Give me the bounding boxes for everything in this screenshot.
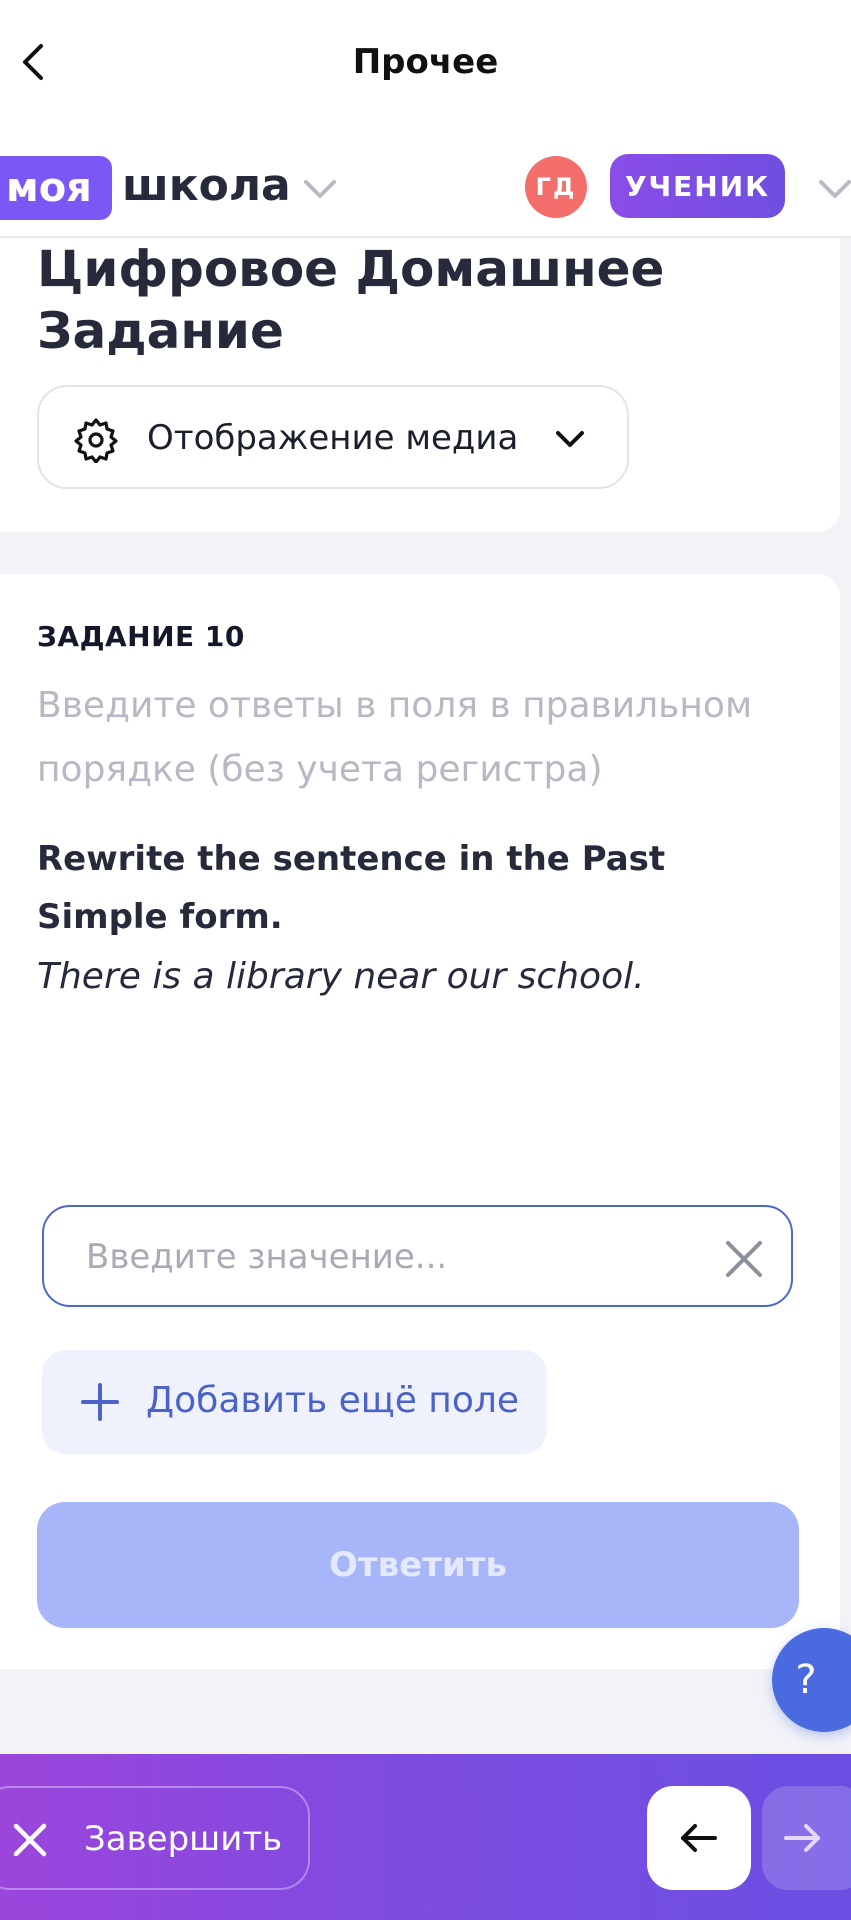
finish-label: Завершить — [84, 1819, 283, 1859]
top-nav-bar: Прочее — [0, 0, 851, 130]
answer-input[interactable] — [86, 1231, 706, 1283]
logo-text[interactable]: школа — [122, 154, 291, 218]
logo-badge[interactable]: моя — [0, 156, 112, 220]
media-button-label: Отображение медиа — [147, 418, 519, 458]
plus-icon — [81, 1383, 119, 1421]
submit-button[interactable]: Ответить — [37, 1502, 799, 1628]
media-display-button[interactable]: Отображение медиа — [37, 385, 629, 489]
help-label: ? — [795, 1657, 817, 1703]
task-question: Rewrite the sentence in the Past Simple … — [37, 839, 666, 937]
chevron-down-icon[interactable] — [815, 174, 851, 204]
chevron-down-icon[interactable] — [300, 174, 340, 204]
previous-task-button[interactable] — [647, 1786, 751, 1890]
avatar[interactable]: ГД — [525, 156, 587, 218]
next-task-button[interactable] — [762, 1786, 851, 1890]
task-sentence: There is a library near our school. — [37, 956, 645, 997]
page-title: Цифровое Домашнее Задание — [37, 240, 665, 360]
role-badge[interactable]: УЧЕНИК — [610, 154, 785, 218]
add-field-button[interactable]: Добавить ещё поле — [42, 1350, 547, 1454]
answer-field[interactable] — [42, 1205, 793, 1307]
close-icon[interactable] — [722, 1237, 766, 1281]
arrow-right-icon — [784, 1824, 820, 1852]
page: Прочее моя школа ГД УЧЕНИК Цифровое Дома… — [0, 0, 851, 1920]
close-icon — [13, 1823, 47, 1857]
task-hint: Введите ответы в поля в правильном поряд… — [37, 685, 753, 790]
add-field-label: Добавить ещё поле — [146, 1380, 520, 1421]
gear-icon — [74, 418, 118, 463]
arrow-left-icon — [681, 1824, 717, 1852]
nav-title: Прочее — [352, 42, 499, 82]
bottom-bar: Завершить — [0, 1754, 851, 1920]
app-header: моя школа ГД УЧЕНИК — [0, 130, 851, 238]
task-heading: ЗАДАНИЕ 10 — [37, 620, 245, 653]
finish-button[interactable]: Завершить — [0, 1786, 310, 1890]
chevron-down-icon — [556, 431, 584, 447]
